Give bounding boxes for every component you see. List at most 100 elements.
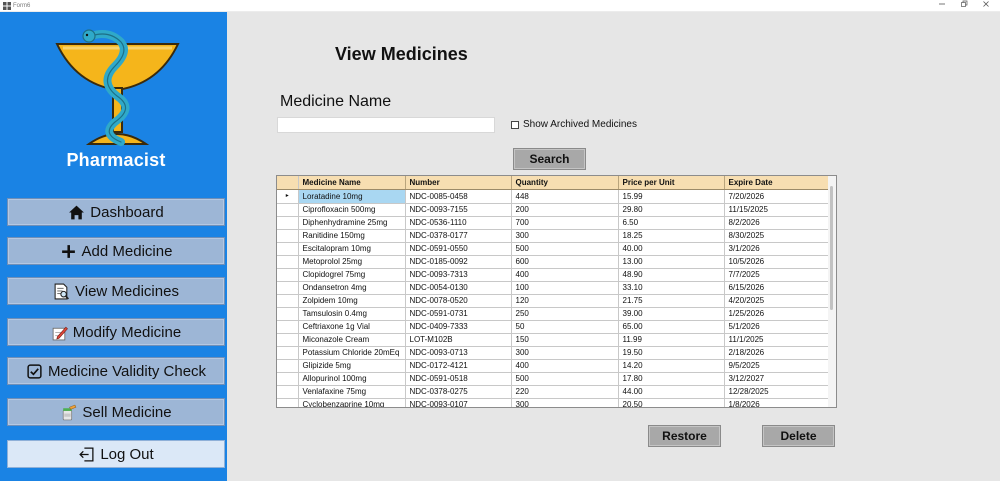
number-cell[interactable]: NDC-0378-0177: [405, 229, 512, 243]
column-header-medicine-name[interactable]: Medicine Name: [298, 176, 406, 190]
medicine-name-cell[interactable]: Venlafaxine 75mg: [298, 385, 406, 399]
price-per-unit-cell[interactable]: 14.20: [618, 359, 725, 373]
quantity-cell[interactable]: 300: [511, 398, 619, 407]
medicine-name-cell[interactable]: Zolpidem 10mg: [298, 294, 406, 308]
number-cell[interactable]: NDC-0093-7313: [405, 268, 512, 282]
expire-date-cell[interactable]: 4/20/2025: [724, 294, 831, 308]
expire-date-cell[interactable]: 7/20/2026: [724, 189, 831, 204]
minimize-button[interactable]: [930, 0, 954, 12]
expire-date-cell[interactable]: 7/7/2025: [724, 268, 831, 282]
table-row[interactable]: Ceftriaxone 1g Vial NDC-0409-7333 50 65.00 5…: [277, 320, 831, 334]
number-cell[interactable]: NDC-0093-7155: [405, 203, 512, 217]
quantity-cell[interactable]: 500: [511, 372, 619, 386]
number-cell[interactable]: NDC-0591-0550: [405, 242, 512, 256]
maximize-button[interactable]: [952, 0, 976, 12]
medicine-name-cell[interactable]: Allopurinol 100mg: [298, 372, 406, 386]
expire-date-cell[interactable]: 8/30/2025: [724, 229, 831, 243]
number-cell[interactable]: NDC-0085-0458: [405, 189, 512, 204]
medicine-validity-check-button[interactable]: Medicine Validity Check: [7, 357, 225, 385]
price-per-unit-cell[interactable]: 39.00: [618, 307, 725, 321]
search-button[interactable]: Search: [513, 148, 586, 170]
row-header[interactable]: [277, 372, 299, 386]
quantity-cell[interactable]: 500: [511, 242, 619, 256]
medicine-name-cell[interactable]: Miconazole Cream: [298, 333, 406, 347]
table-row[interactable]: Glipizide 5mg NDC-0172-4121 400 14.20 9/5/20…: [277, 359, 831, 373]
sell-medicine-button[interactable]: Sell Medicine: [7, 398, 225, 426]
table-row[interactable]: Potassium Chloride 20mEq NDC-0093-0713 300…: [277, 346, 831, 360]
quantity-cell[interactable]: 300: [511, 346, 619, 360]
medicine-name-cell[interactable]: Ranitidine 150mg: [298, 229, 406, 243]
column-header-price-per-unit[interactable]: Price per Unit: [618, 176, 725, 190]
scrollbar-thumb[interactable]: [830, 186, 833, 310]
expire-date-cell[interactable]: 1/8/2026: [724, 398, 831, 407]
checkbox-box[interactable]: [511, 120, 519, 129]
log-out-button[interactable]: Log Out: [7, 440, 225, 468]
price-per-unit-cell[interactable]: 40.00: [618, 242, 725, 256]
price-per-unit-cell[interactable]: 33.10: [618, 281, 725, 295]
number-cell[interactable]: NDC-0409-7333: [405, 320, 512, 334]
price-per-unit-cell[interactable]: 15.99: [618, 189, 725, 204]
view-medicines-button[interactable]: View Medicines: [7, 277, 225, 305]
medicine-name-cell[interactable]: Metoprolol 25mg: [298, 255, 406, 269]
number-cell[interactable]: NDC-0172-4121: [405, 359, 512, 373]
medicine-name-cell[interactable]: Ondansetron 4mg: [298, 281, 406, 295]
quantity-cell[interactable]: 220: [511, 385, 619, 399]
number-cell[interactable]: LOT-M102B: [405, 333, 512, 347]
column-header-quantity[interactable]: Quantity: [511, 176, 619, 190]
quantity-cell[interactable]: 300: [511, 229, 619, 243]
table-row[interactable]: Venlafaxine 75mg NDC-0378-0275 220 44.00 12/…: [277, 385, 831, 399]
row-header[interactable]: ▸: [277, 189, 299, 204]
row-header[interactable]: [277, 242, 299, 256]
table-row[interactable]: ▸ Loratadine 10mg NDC-0085-0458 448 15.99 7/2…: [277, 189, 831, 204]
medicine-name-cell[interactable]: Potassium Chloride 20mEq: [298, 346, 406, 360]
table-row[interactable]: Ondansetron 4mg NDC-0054-0130 100 33.10 6/15…: [277, 281, 831, 295]
medicines-grid[interactable]: Medicine Name Number Quantity Price per …: [276, 175, 837, 408]
quantity-cell[interactable]: 448: [511, 189, 619, 204]
price-per-unit-cell[interactable]: 18.25: [618, 229, 725, 243]
table-row[interactable]: Allopurinol 100mg NDC-0591-0518 500 17.80 3/…: [277, 372, 831, 386]
number-cell[interactable]: NDC-0078-0520: [405, 294, 512, 308]
medicine-name-cell[interactable]: Diphenhydramine 25mg: [298, 216, 406, 230]
table-row[interactable]: Escitalopram 10mg NDC-0591-0550 500 40.00 3/…: [277, 242, 831, 256]
price-per-unit-cell[interactable]: 11.99: [618, 333, 725, 347]
table-row[interactable]: Ranitidine 150mg NDC-0378-0177 300 18.25 8/3…: [277, 229, 831, 243]
medicine-name-cell[interactable]: Glipizide 5mg: [298, 359, 406, 373]
medicine-name-cell[interactable]: Tamsulosin 0.4mg: [298, 307, 406, 321]
show-archived-checkbox[interactable]: Show Archived Medicines: [511, 119, 637, 130]
medicine-name-cell[interactable]: Cyclobenzaprine 10mg: [298, 398, 406, 407]
price-per-unit-cell[interactable]: 13.00: [618, 255, 725, 269]
quantity-cell[interactable]: 100: [511, 281, 619, 295]
restore-button[interactable]: Restore: [648, 425, 721, 447]
price-per-unit-cell[interactable]: 44.00: [618, 385, 725, 399]
number-cell[interactable]: NDC-0378-0275: [405, 385, 512, 399]
price-per-unit-cell[interactable]: 17.80: [618, 372, 725, 386]
expire-date-cell[interactable]: 12/28/2025: [724, 385, 831, 399]
quantity-cell[interactable]: 400: [511, 268, 619, 282]
expire-date-cell[interactable]: 1/25/2026: [724, 307, 831, 321]
table-row[interactable]: Clopidogrel 75mg NDC-0093-7313 400 48.90 7/7…: [277, 268, 831, 282]
dashboard-button[interactable]: Dashboard: [7, 198, 225, 226]
quantity-cell[interactable]: 200: [511, 203, 619, 217]
delete-button[interactable]: Delete: [762, 425, 835, 447]
row-header[interactable]: [277, 346, 299, 360]
expire-date-cell[interactable]: 11/1/2025: [724, 333, 831, 347]
row-header[interactable]: [277, 307, 299, 321]
vertical-scrollbar[interactable]: [828, 176, 836, 407]
table-row[interactable]: Ciprofloxacin 500mg NDC-0093-7155 200 29.80…: [277, 203, 831, 217]
row-header[interactable]: [277, 281, 299, 295]
number-cell[interactable]: NDC-0591-0518: [405, 372, 512, 386]
expire-date-cell[interactable]: 10/5/2026: [724, 255, 831, 269]
table-row[interactable]: Zolpidem 10mg NDC-0078-0520 120 21.75 4/20/2…: [277, 294, 831, 308]
row-header[interactable]: [277, 229, 299, 243]
quantity-cell[interactable]: 600: [511, 255, 619, 269]
row-header[interactable]: [277, 268, 299, 282]
number-cell[interactable]: NDC-0591-0731: [405, 307, 512, 321]
medicine-name-cell[interactable]: Ceftriaxone 1g Vial: [298, 320, 406, 334]
row-header[interactable]: [277, 385, 299, 399]
add-medicine-button[interactable]: Add Medicine: [7, 237, 225, 265]
table-row[interactable]: Tamsulosin 0.4mg NDC-0591-0731 250 39.00 1/2…: [277, 307, 831, 321]
close-button[interactable]: [974, 0, 998, 12]
price-per-unit-cell[interactable]: 20.50: [618, 398, 725, 407]
table-row[interactable]: Metoprolol 25mg NDC-0185-0092 600 13.00 10/5…: [277, 255, 831, 269]
row-header[interactable]: [277, 320, 299, 334]
